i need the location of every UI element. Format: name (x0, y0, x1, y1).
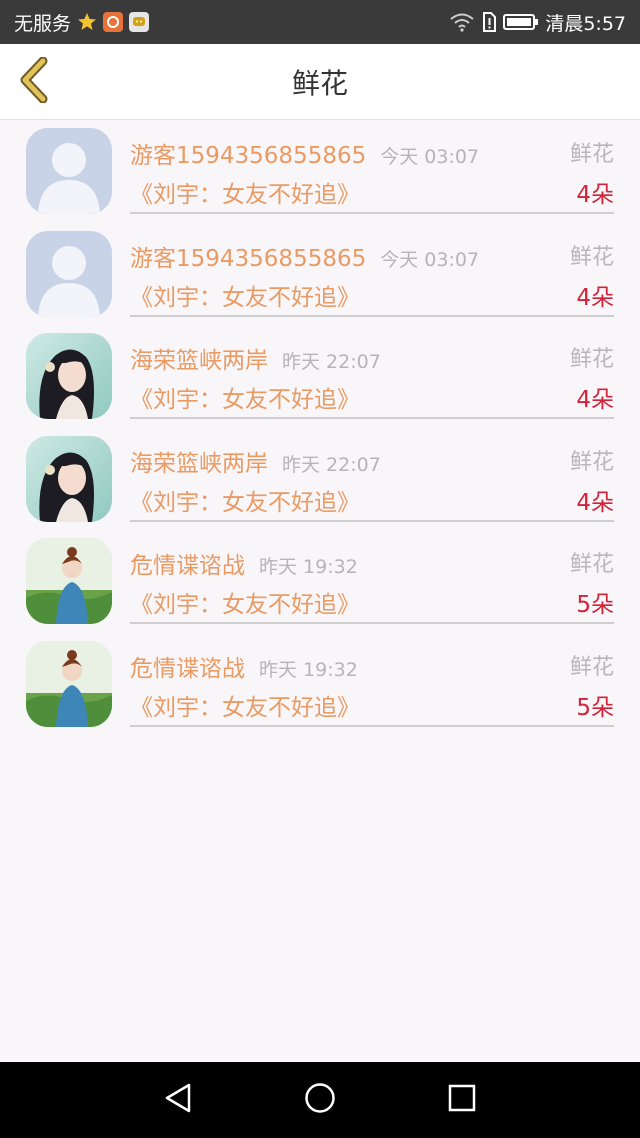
record-body: 海荣篮峡两岸 昨天 22:07 鲜花 《刘宇：女友不好追》 4朵 (130, 436, 614, 522)
flower-count: 4朵 (576, 387, 614, 413)
back-arrow-icon (17, 56, 51, 107)
gift-type: 鲜花 (569, 654, 614, 680)
list-item[interactable]: 危情谍谘战 昨天 19:32 鲜花 《刘宇：女友不好追》 5朵 (0, 538, 640, 641)
nav-home-button[interactable] (302, 1082, 338, 1118)
battery-icon (503, 12, 539, 32)
user-name: 游客1594356855865 (130, 245, 367, 272)
square-recents-icon (447, 1083, 477, 1117)
top-app-bar: 鲜花 (0, 44, 640, 120)
star-icon (77, 12, 97, 32)
user-name: 危情谍谘战 (130, 553, 245, 579)
record-body: 游客1594356855865 今天 03:07 鲜花 《刘宇：女友不好追》 4朵 (130, 128, 614, 214)
record-time: 今天 03:07 (380, 248, 480, 271)
gift-type: 鲜花 (569, 449, 614, 475)
book-title: 《刘宇：女友不好追》 (130, 284, 360, 311)
back-button[interactable] (14, 56, 54, 107)
flower-record-list: 游客1594356855865 今天 03:07 鲜花 《刘宇：女友不好追》 4朵… (0, 128, 640, 743)
flower-count: 4朵 (576, 182, 614, 208)
gift-type: 鲜花 (569, 244, 614, 270)
record-time: 昨天 19:32 (259, 556, 358, 578)
app-notification-icon (103, 12, 124, 32)
record-time: 昨天 22:07 (282, 453, 381, 476)
record-body: 海荣篮峡两岸 昨天 22:07 鲜花 《刘宇：女友不好追》 4朵 (130, 333, 614, 419)
list-item[interactable]: 海荣篮峡两岸 昨天 22:07 鲜花 《刘宇：女友不好追》 4朵 (0, 435, 640, 539)
flower-count: 4朵 (576, 489, 614, 516)
record-body: 危情谍谘战 昨天 19:32 鲜花 《刘宇：女友不好追》 5朵 (130, 538, 614, 624)
girl-photo-avatar (26, 640, 112, 727)
book-title: 《刘宇：女友不好追》 (130, 694, 360, 721)
flower-count: 5朵 (576, 592, 614, 618)
gift-type: 鲜花 (569, 142, 614, 167)
clock-text: 清晨5:57 (545, 12, 626, 35)
user-name: 游客1594356855865 (130, 143, 367, 169)
record-time: 昨天 19:32 (259, 658, 358, 681)
girl-painting-avatar (26, 333, 112, 419)
book-title: 《刘宇：女友不好追》 (130, 592, 360, 618)
flower-count: 5朵 (576, 694, 614, 721)
record-name-line: 游客1594356855865 今天 03:07 (130, 239, 479, 273)
gift-type: 鲜花 (569, 552, 614, 577)
list-item[interactable]: 游客1594356855865 今天 03:07 鲜花 《刘宇：女友不好追》 4朵 (0, 230, 640, 334)
user-name: 危情谍谘战 (130, 655, 245, 682)
nav-recents-button[interactable] (444, 1082, 480, 1118)
carrier-text: 无服务 (14, 12, 72, 35)
record-time: 今天 03:07 (380, 146, 480, 168)
book-title: 《刘宇：女友不好追》 (130, 387, 360, 413)
wifi-icon (449, 12, 475, 32)
book-title: 《刘宇：女友不好追》 (130, 489, 360, 516)
record-name-line: 危情谍谘战 昨天 19:32 (130, 649, 358, 683)
record-name-line: 游客1594356855865 今天 03:07 (130, 136, 479, 170)
list-item[interactable]: 危情谍谘战 昨天 19:32 鲜花 《刘宇：女友不好追》 5朵 (0, 640, 640, 744)
book-title: 《刘宇：女友不好追》 (130, 182, 360, 208)
default-avatar (26, 230, 112, 317)
record-name-line: 海荣篮峡两岸 昨天 22:07 (130, 341, 381, 375)
list-item[interactable]: 游客1594356855865 今天 03:07 鲜花 《刘宇：女友不好追》 4朵 (0, 128, 640, 231)
gift-type: 鲜花 (569, 347, 614, 372)
triangle-back-icon (163, 1082, 193, 1118)
default-avatar (26, 128, 112, 214)
record-name-line: 危情谍谘战 昨天 19:32 (130, 546, 358, 580)
record-name-line: 海荣篮峡两岸 昨天 22:07 (130, 444, 381, 478)
user-name: 海荣篮峡两岸 (130, 450, 268, 477)
status-right: 清晨5:57 (449, 9, 626, 36)
record-body: 游客1594356855865 今天 03:07 鲜花 《刘宇：女友不好追》 4朵 (130, 231, 614, 317)
record-time: 昨天 22:07 (282, 351, 381, 373)
list-item[interactable]: 海荣篮峡两岸 昨天 22:07 鲜花 《刘宇：女友不好追》 4朵 (0, 333, 640, 436)
record-body: 危情谍谘战 昨天 19:32 鲜花 《刘宇：女友不好追》 5朵 (130, 641, 614, 727)
flower-count: 4朵 (576, 284, 614, 311)
page-title: 鲜花 (291, 66, 348, 100)
circle-home-icon (304, 1082, 336, 1118)
status-bar: 无服务 清晨5:57 (0, 0, 640, 44)
user-name: 海荣篮峡两岸 (130, 348, 268, 374)
girl-photo-avatar (26, 538, 112, 624)
sim-alert-icon (481, 12, 497, 32)
nav-back-button[interactable] (160, 1082, 196, 1118)
girl-painting-avatar (26, 435, 112, 522)
status-left: 无服务 (14, 9, 150, 36)
system-nav-bar (0, 1062, 640, 1138)
message-app-icon (129, 12, 150, 32)
